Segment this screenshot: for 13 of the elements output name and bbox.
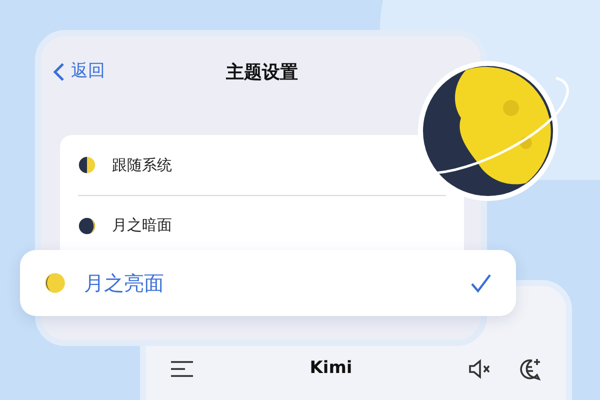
mute-icon[interactable] — [468, 359, 492, 379]
theme-option[interactable]: 跟随系统 — [78, 140, 378, 190]
checkmark-icon — [470, 273, 492, 293]
chat-title: Kimi — [310, 357, 352, 380]
back-button[interactable]: 返回 — [53, 59, 105, 85]
chevron-left-icon[interactable] — [53, 62, 65, 82]
theme-option[interactable]: 月之暗面 — [78, 200, 378, 250]
selected-theme-option[interactable]: 月之亮面 — [20, 250, 516, 316]
window-title: 主题设置 — [226, 60, 298, 84]
moon-icon — [78, 216, 96, 234]
menu-icon[interactable] — [170, 360, 194, 378]
moon-icon — [44, 272, 66, 294]
moon-icon — [78, 156, 96, 174]
